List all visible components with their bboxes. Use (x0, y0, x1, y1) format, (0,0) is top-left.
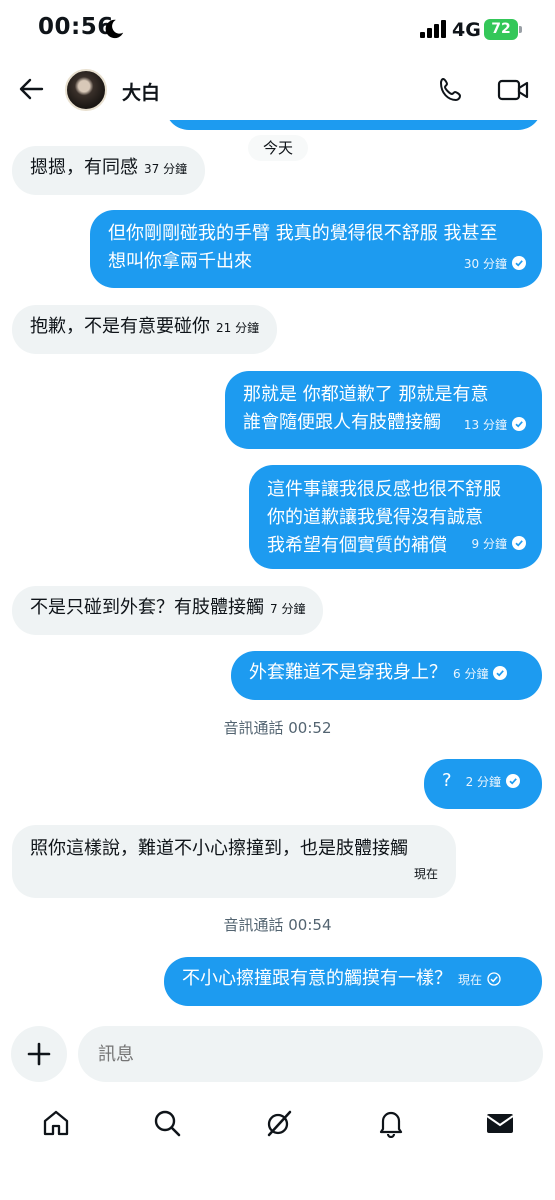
message-time: 9 分鐘 (471, 537, 507, 551)
chat-header: 大白 (0, 58, 555, 120)
read-check-icon (493, 666, 508, 680)
message-text: ? (442, 770, 452, 791)
message-time: 2 分鐘 (465, 775, 502, 789)
attach-button[interactable] (11, 1026, 67, 1082)
message-time: 13 分鐘 (463, 418, 507, 432)
call-event: 音訊通話 00:54 (223, 916, 332, 934)
outgoing-message[interactable]: 那就是 你都道歉了 那就是有意 誰會隨便跟人有肢體接觸 13 分鐘 (225, 371, 542, 449)
message-time: 現在 (458, 973, 483, 987)
video-call-icon[interactable] (497, 77, 529, 103)
home-indicator-area (0, 1160, 555, 1200)
back-arrow-icon[interactable] (18, 76, 44, 102)
composer (0, 1022, 555, 1086)
message-time: 7 分鐘 (270, 602, 306, 616)
contact-avatar[interactable] (65, 69, 107, 111)
message-line: 但你剛剛碰我的手臂 我真的覺得很不舒服 我甚至 (108, 223, 498, 244)
message-time: 現在 (413, 867, 438, 881)
message-line: 你的道歉讓我覺得沒有誠意 (267, 507, 483, 528)
incoming-message[interactable]: 抱歉，不是有意要碰你 21 分鐘 (12, 305, 278, 354)
incoming-message[interactable]: 照你這樣說，難道不小心擦撞到，也是肢體接觸 現在 (12, 825, 456, 898)
message-input[interactable] (78, 1026, 543, 1082)
screen: 00:56 4G 72 今天 摁摁，有同感 37 分鐘 但你剛剛碰我的手臂 我真的… (0, 0, 555, 1200)
message-line: 那就是 你都道歉了 那就是有意 (243, 384, 489, 405)
message-time: 30 分鐘 (463, 257, 507, 271)
message-text: 摁摁，有同感 (30, 157, 138, 178)
outgoing-message[interactable]: 這件事讓我很反感也很不舒服 你的道歉讓我覺得沒有誠意 我希望有個實質的補償 9 … (249, 465, 542, 569)
outgoing-message[interactable]: 但你剛剛碰我的手臂 我真的覺得很不舒服 我甚至 想叫你拿兩千出來 30 分鐘 (90, 210, 542, 288)
read-check-icon (512, 417, 526, 431)
contact-name[interactable]: 大白 (122, 78, 160, 105)
date-divider: 今天 (248, 135, 308, 161)
mail-icon[interactable] (485, 1108, 515, 1138)
plus-icon (27, 1042, 51, 1066)
incoming-message[interactable]: 摁摁，有同感 37 分鐘 (12, 146, 206, 195)
read-check-icon (512, 256, 526, 270)
bottom-nav (0, 1094, 555, 1154)
message-list[interactable]: 今天 摁摁，有同感 37 分鐘 但你剛剛碰我的手臂 我真的覺得很不舒服 我甚至 想… (0, 0, 555, 1200)
read-check-icon (512, 536, 526, 550)
bell-icon[interactable] (376, 1108, 406, 1138)
message-text: 不是只碰到外套？有肢體接觸 (30, 597, 264, 618)
read-check-icon (506, 774, 521, 788)
call-event: 音訊通話 00:52 (223, 719, 332, 737)
message-time: 21 分鐘 (216, 321, 260, 335)
message-time: 37 分鐘 (144, 162, 188, 176)
message-text: 不小心擦撞跟有意的觸摸有一樣？ (182, 968, 452, 989)
home-icon[interactable] (41, 1108, 71, 1138)
outgoing-message[interactable]: ? 2 分鐘 (424, 759, 542, 809)
message-text: 照你這樣說，難道不小心擦撞到，也是肢體接觸 (30, 838, 408, 859)
message-line: 想叫你拿兩千出來 (108, 251, 252, 272)
message-text: 外套難道不是穿我身上？ (249, 662, 447, 683)
incoming-message[interactable]: 不是只碰到外套？有肢體接觸 7 分鐘 (12, 586, 324, 635)
outgoing-message[interactable]: 外套難道不是穿我身上？ 6 分鐘 (231, 651, 542, 700)
message-text: 抱歉，不是有意要碰你 (30, 316, 210, 337)
grok-icon[interactable] (264, 1108, 294, 1138)
sent-check-icon (487, 972, 501, 986)
message-time: 6 分鐘 (453, 667, 489, 681)
message-line: 這件事讓我很反感也很不舒服 (267, 479, 501, 500)
outgoing-message[interactable]: 不小心擦撞跟有意的觸摸有一樣？ 現在 (164, 957, 542, 1006)
search-icon[interactable] (152, 1108, 182, 1138)
phone-icon[interactable] (437, 76, 465, 104)
